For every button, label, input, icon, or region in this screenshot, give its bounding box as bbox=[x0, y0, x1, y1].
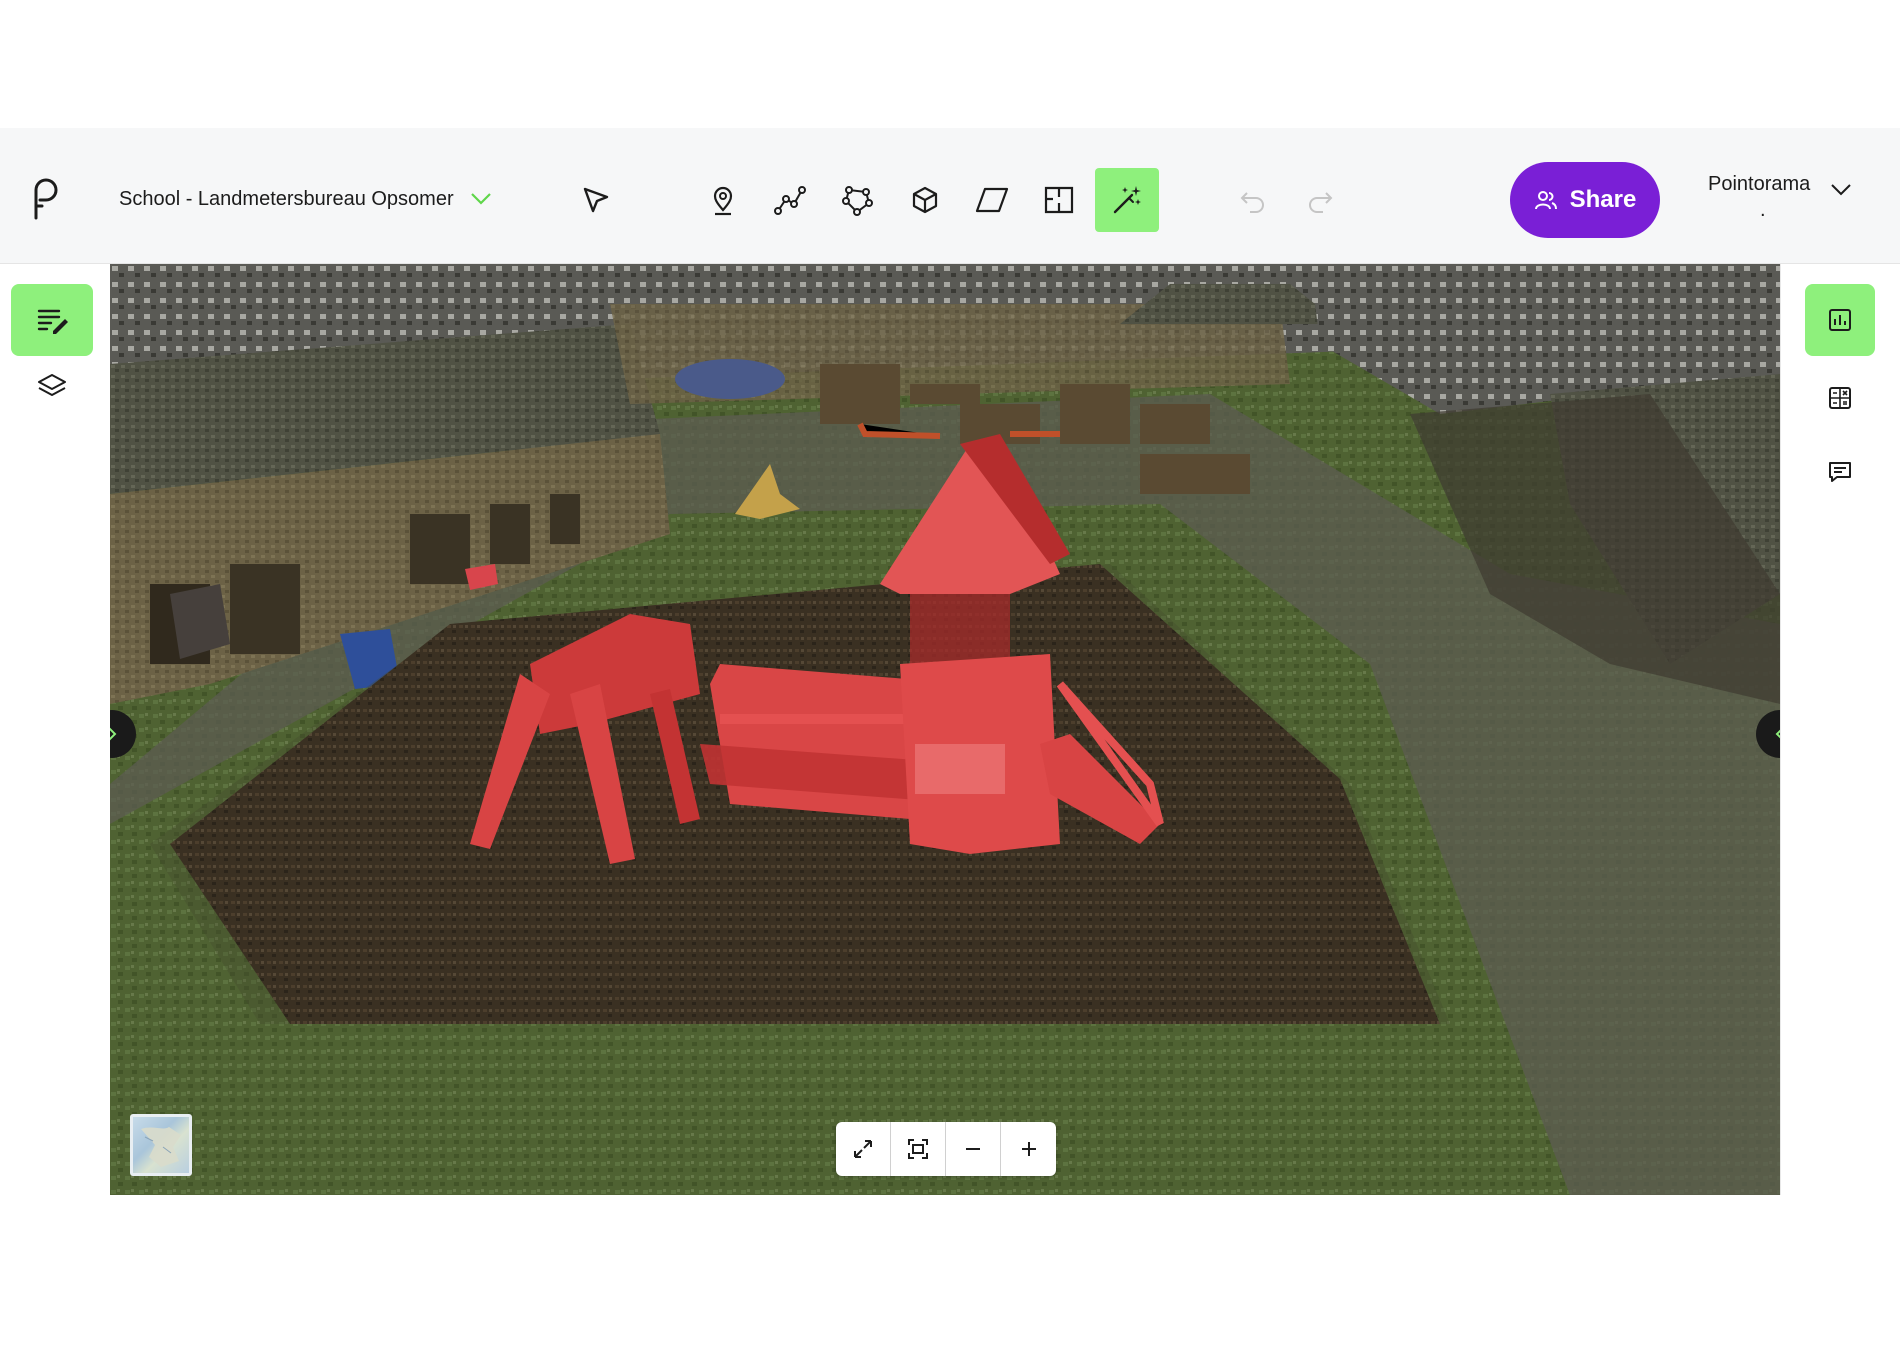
top-toolbar: School - Landmetersbureau Opsomer Share … bbox=[0, 128, 1900, 264]
user-menu[interactable]: Pointorama . bbox=[1700, 173, 1860, 233]
point-cloud-viewport[interactable] bbox=[110, 264, 1780, 1195]
cursor-icon bbox=[583, 187, 609, 213]
map-pin-icon bbox=[713, 186, 733, 216]
share-button[interactable]: Share bbox=[1510, 162, 1660, 238]
polyline-tool-button[interactable] bbox=[758, 168, 822, 232]
edit-list-icon bbox=[37, 309, 68, 334]
cube-icon bbox=[912, 186, 938, 214]
app-window: School - Landmetersbureau Opsomer Share … bbox=[0, 128, 1900, 1195]
section-tool-button[interactable] bbox=[1027, 168, 1091, 232]
undo-icon bbox=[1240, 192, 1264, 213]
plane-icon bbox=[975, 187, 1009, 213]
edit-list-button[interactable] bbox=[11, 284, 93, 356]
layers-button[interactable] bbox=[11, 356, 93, 416]
layers-icon bbox=[38, 374, 66, 396]
zoom-in-button[interactable] bbox=[1001, 1122, 1056, 1176]
auto-classify-tool-button[interactable] bbox=[1095, 168, 1159, 232]
fullscreen-button[interactable] bbox=[836, 1122, 891, 1176]
pointorama-logo bbox=[34, 178, 58, 220]
chevron-right-icon bbox=[110, 727, 117, 741]
box-tool-button[interactable] bbox=[893, 168, 957, 232]
redo-button[interactable] bbox=[1288, 168, 1352, 232]
stats-button[interactable] bbox=[1805, 284, 1875, 356]
users-icon bbox=[1534, 191, 1557, 210]
stats-icon bbox=[1829, 309, 1851, 331]
left-rail bbox=[0, 264, 110, 1195]
zoom-out-button[interactable] bbox=[946, 1122, 1001, 1176]
floorplan-icon bbox=[1044, 186, 1074, 214]
project-name: School - Landmetersbureau Opsomer bbox=[119, 187, 454, 210]
plane-tool-button[interactable] bbox=[960, 168, 1024, 232]
chevron-down-icon bbox=[1831, 184, 1851, 196]
redo-icon bbox=[1309, 192, 1333, 213]
map-icon bbox=[141, 1127, 181, 1167]
calculator-icon bbox=[1829, 387, 1851, 409]
calculator-button[interactable] bbox=[1805, 368, 1875, 428]
user-name: Pointorama bbox=[1708, 173, 1811, 195]
polyline-icon bbox=[774, 186, 806, 215]
undo-button[interactable] bbox=[1221, 168, 1285, 232]
minimap-button[interactable] bbox=[130, 1114, 192, 1176]
comment-icon bbox=[1829, 462, 1851, 482]
user-sub: . bbox=[1760, 199, 1766, 221]
point-cloud-scene[interactable] bbox=[110, 264, 1780, 1195]
polygon-tool-button[interactable] bbox=[825, 168, 889, 232]
comments-button[interactable] bbox=[1805, 442, 1875, 502]
share-label: Share bbox=[1569, 186, 1637, 213]
select-tool-button[interactable] bbox=[564, 168, 628, 232]
chevron-left-icon bbox=[1775, 729, 1780, 739]
point-tool-button[interactable] bbox=[691, 168, 755, 232]
focus-icon bbox=[908, 1139, 928, 1159]
chevron-down-icon bbox=[470, 193, 491, 205]
focus-button[interactable] bbox=[891, 1122, 946, 1176]
project-selector[interactable]: School - Landmetersbureau Opsomer bbox=[119, 184, 492, 214]
viewport-controls bbox=[836, 1122, 1056, 1176]
fullscreen-icon bbox=[854, 1140, 872, 1158]
magic-wand-icon bbox=[1113, 186, 1141, 214]
zoom-in-icon bbox=[1021, 1142, 1036, 1156]
right-rail bbox=[1780, 264, 1900, 1195]
zoom-out-icon bbox=[966, 1148, 980, 1150]
polygon-icon bbox=[842, 186, 873, 216]
